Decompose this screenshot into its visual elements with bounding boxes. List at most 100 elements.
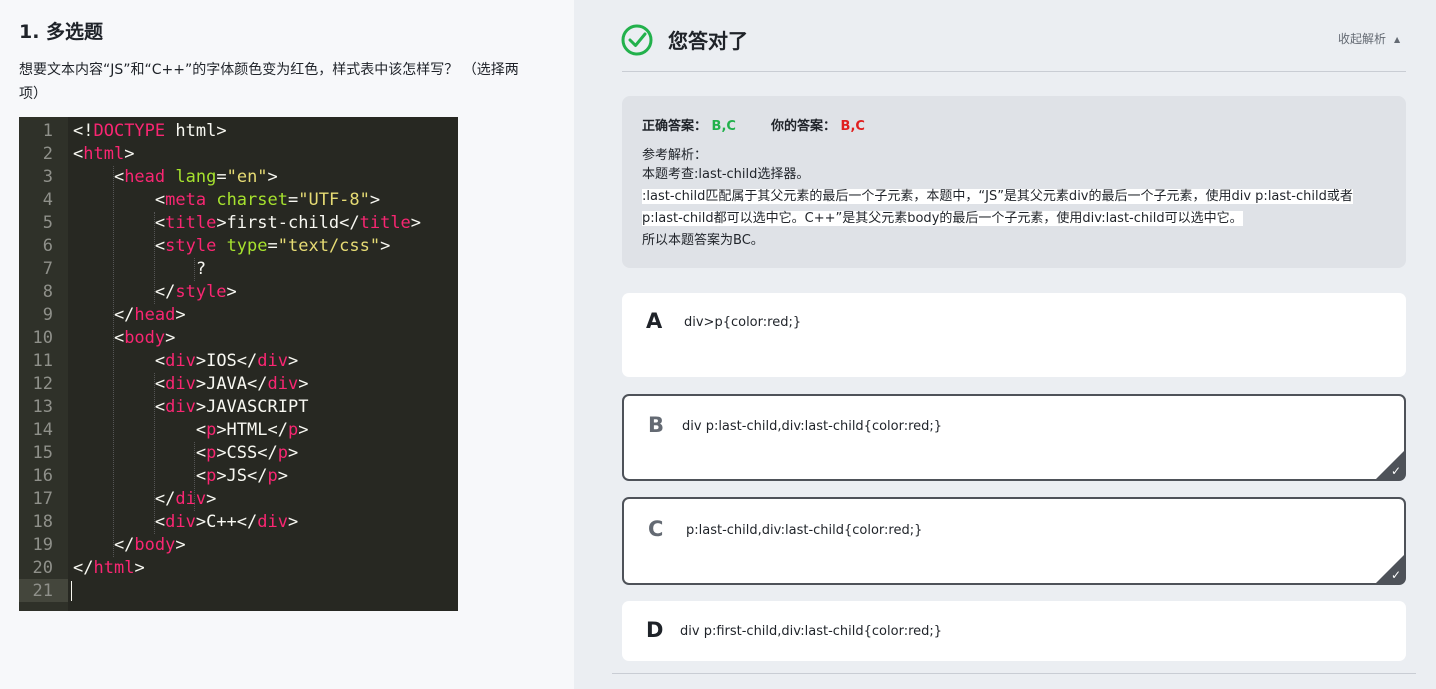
analysis-line: 所以本题答案为BC。	[642, 233, 764, 248]
analysis-body: 本题考查:last-child选择器。 :last-child匹配属于其父元素的…	[642, 164, 1382, 252]
option-d[interactable]: D div p:first-child,div:last-child{color…	[622, 601, 1406, 661]
code-line: 16 <p>JS</p>	[19, 465, 458, 488]
line-number: 13	[32, 397, 53, 417]
code-text: </style>	[73, 282, 237, 302]
line-number: 18	[32, 512, 53, 532]
line-number: 10	[32, 328, 53, 348]
question-description: 想要文本内容“JS”和“C++”的字体颜色变为红色，样式表中该怎样写？ （选择两…	[19, 62, 519, 102]
code-text: <div>JAVA</div>	[73, 374, 309, 394]
indent-guide	[153, 373, 155, 534]
question-panel: 1. 多选题 想要文本内容“JS”和“C++”的字体颜色变为红色，样式表中该怎样…	[0, 0, 574, 689]
code-text: <style type="text/css">	[73, 236, 391, 256]
code-line: 6 <style type="text/css">	[19, 235, 458, 258]
option-b[interactable]: B div p:last-child,div:last-child{color:…	[622, 394, 1406, 481]
code-line: 17 </div>	[19, 488, 458, 511]
code-line: 20 </html>	[19, 557, 458, 580]
selected-check-icon: ✓	[1375, 450, 1405, 480]
option-text: div>p{color:red;}	[684, 315, 802, 330]
option-text: p:last-child,div:last-child{color:red;}	[686, 523, 923, 538]
caret-up-icon: ▲	[1394, 35, 1401, 44]
code-text: <div>IOS</div>	[73, 351, 299, 371]
code-text: ?	[73, 259, 207, 279]
code-line: 3 <head lang="en">	[19, 166, 458, 189]
code-text: </body>	[73, 535, 186, 555]
line-number: 3	[42, 167, 53, 187]
option-a[interactable]: A div>p{color:red;}	[622, 293, 1406, 377]
selected-check-icon: ✓	[1375, 554, 1405, 584]
code-line: 15 <p>CSS</p>	[19, 442, 458, 465]
indent-guide	[194, 442, 196, 511]
line-number: 7	[42, 259, 53, 279]
correct-answer-value: B,C	[711, 119, 736, 134]
line-number: 12	[32, 374, 53, 394]
code-text: <!DOCTYPE html>	[73, 121, 227, 141]
code-text: </html>	[73, 558, 145, 578]
code-line: 5 <title>first-child</title>	[19, 212, 458, 235]
code-line: 11 <div>IOS</div>	[19, 350, 458, 373]
line-number: 8	[42, 282, 53, 302]
indent-guide	[153, 212, 155, 304]
collapse-analysis-button[interactable]: 收起解析 ▲	[1338, 30, 1400, 47]
code-line: 1 <!DOCTYPE html>	[19, 120, 458, 143]
line-number: 21	[32, 581, 53, 601]
code-text: <title>first-child</title>	[73, 213, 422, 233]
option-text: div p:first-child,div:last-child{color:r…	[680, 624, 943, 639]
line-number: 6	[42, 236, 53, 256]
code-text: <body>	[73, 328, 176, 348]
code-text: <p>CSS</p>	[73, 443, 299, 463]
analysis-line: 本题考查:last-child选择器。	[642, 167, 810, 182]
divider	[622, 71, 1406, 72]
result-title: 您答对了	[668, 29, 748, 53]
option-c[interactable]: C p:last-child,div:last-child{color:red;…	[622, 497, 1406, 585]
line-number: 11	[32, 351, 53, 371]
code-text: <p>JS</p>	[73, 466, 288, 486]
code-line: 12 <div>JAVA</div>	[19, 373, 458, 396]
your-answer-label: 你的答案：	[771, 119, 837, 134]
code-text: <html>	[73, 144, 135, 164]
line-number: 17	[32, 489, 53, 509]
code-text: <div>C++</div>	[73, 512, 299, 532]
line-number: 20	[32, 558, 53, 578]
code-line: 9 </head>	[19, 304, 458, 327]
code-text: <meta charset="UTF-8">	[73, 190, 381, 210]
answer-row: 正确答案： B,C 你的答案： B,C	[642, 115, 865, 134]
line-number: 19	[32, 535, 53, 555]
code-block: 1 <!DOCTYPE html> 2 <html> 3 <head lang="en"…	[19, 117, 458, 611]
option-letter: B	[648, 413, 665, 437]
option-text: div p:last-child,div:last-child{color:re…	[682, 419, 943, 434]
option-letter: D	[646, 618, 664, 642]
line-number: 9	[42, 305, 53, 325]
code-line: 8 </style>	[19, 281, 458, 304]
line-number: 15	[32, 443, 53, 463]
code-line: 4 <meta charset="UTF-8">	[19, 189, 458, 212]
line-number: 14	[32, 420, 53, 440]
line-number: 16	[32, 466, 53, 486]
analysis-box: 正确答案： B,C 你的答案： B,C 参考解析： 本题考查:last-chil…	[622, 96, 1406, 268]
line-number: 2	[42, 144, 53, 164]
option-letter: C	[648, 517, 664, 541]
divider	[612, 673, 1416, 674]
collapse-analysis-label: 收起解析	[1338, 32, 1387, 46]
code-line: 7 ?	[19, 258, 458, 281]
code-text: <head lang="en">	[73, 167, 278, 187]
line-number: 1	[42, 121, 53, 141]
your-answer-value: B,C	[840, 119, 865, 134]
code-line: 19 </body>	[19, 534, 458, 557]
option-letter: A	[646, 309, 663, 333]
indent-guide	[112, 166, 114, 557]
code-line: 14 <p>HTML</p>	[19, 419, 458, 442]
code-line: 21	[19, 580, 458, 603]
code-line: 13 <div>JAVASCRIPT	[19, 396, 458, 419]
line-number: 5	[42, 213, 53, 233]
check-circle-icon	[621, 24, 653, 56]
analysis-line: :last-child匹配属于其父元素的最后一个子元素，本题中，“JS”是其父元…	[642, 189, 1353, 226]
indent-guide	[194, 258, 196, 281]
line-number: 4	[42, 190, 53, 210]
question-title: 1. 多选题	[19, 21, 104, 43]
code-line: 18 <div>C++</div>	[19, 511, 458, 534]
code-text: <p>HTML</p>	[73, 420, 309, 440]
code-text: <div>JAVASCRIPT	[73, 397, 309, 417]
code-line: 10 <body>	[19, 327, 458, 350]
correct-answer-label: 正确答案：	[642, 119, 708, 134]
analysis-label: 参考解析：	[642, 148, 708, 163]
